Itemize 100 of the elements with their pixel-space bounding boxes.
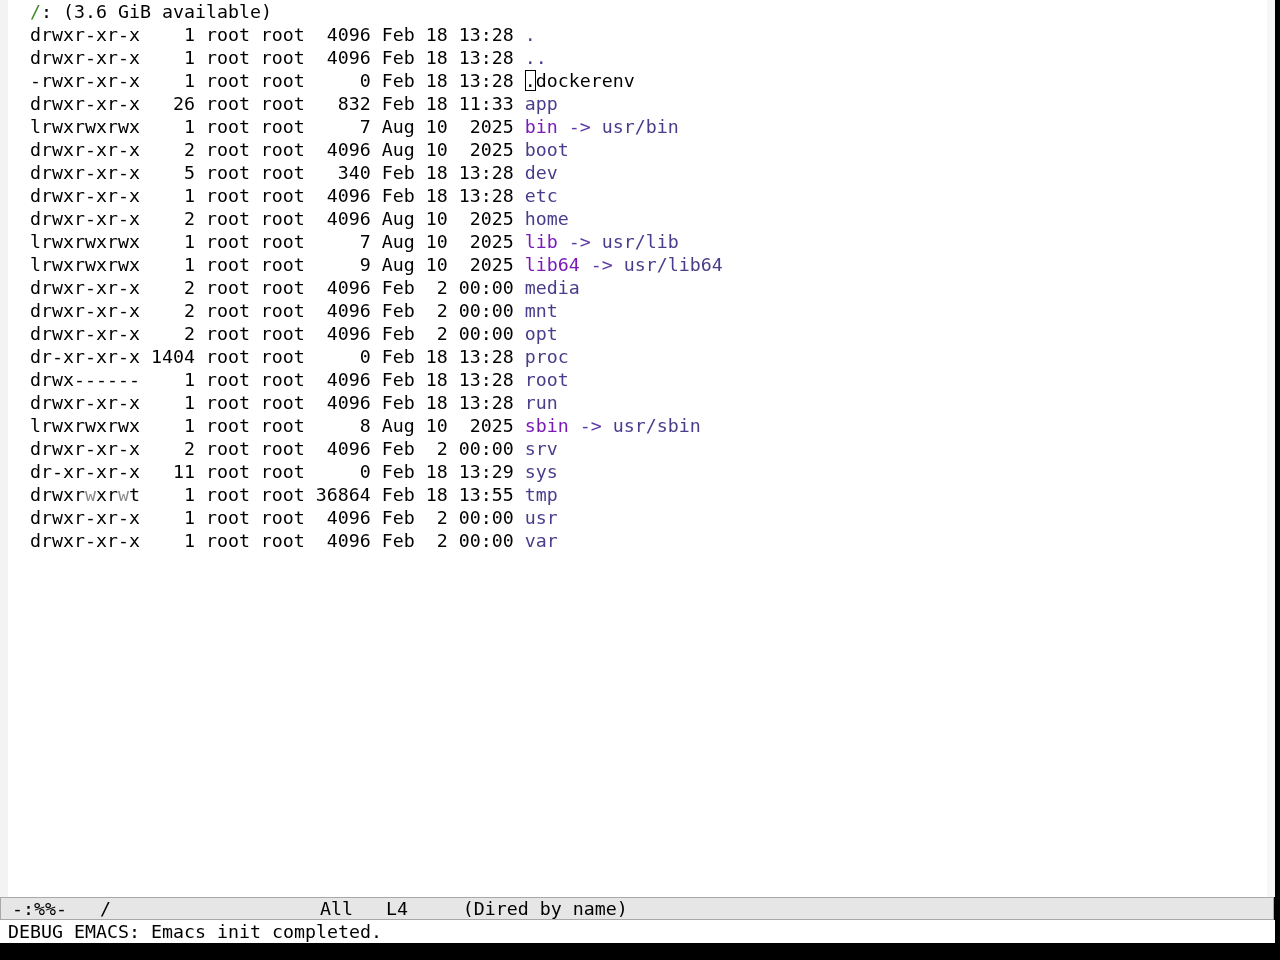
group-text: root (260, 92, 305, 115)
group-text: root (260, 207, 305, 230)
link-count: 11 (172, 460, 195, 483)
file-size: 36864 (315, 483, 371, 506)
file-name[interactable]: lib (524, 230, 558, 253)
file-name[interactable]: lib64 (524, 253, 580, 276)
permissions-text: drwxr-xr-x (30, 184, 140, 207)
permissions-text: drwxrwxrwt (30, 483, 140, 506)
file-name[interactable]: proc (524, 345, 569, 368)
permissions-text: lrwxrwxrwx (30, 115, 140, 138)
modified-date: Aug 10 2025 (381, 115, 514, 138)
owner-text: root (205, 368, 250, 391)
file-name[interactable]: dev (524, 161, 558, 184)
file-name[interactable]: etc (524, 184, 558, 207)
file-name[interactable]: .. (524, 46, 547, 69)
owner-text: root (205, 506, 250, 529)
link-count: 2 (183, 138, 195, 161)
group-text: root (260, 483, 305, 506)
symlink-target: usr/lib (601, 230, 679, 253)
modified-date: Feb 18 13:28 (381, 23, 514, 46)
owner-text: root (205, 92, 250, 115)
link-count: 2 (183, 276, 195, 299)
group-text: root (260, 230, 305, 253)
link-count: 1 (183, 23, 195, 46)
permissions-text: drwxr-xr-x (30, 322, 140, 345)
permissions-text: dr-xr-xr-x (30, 460, 140, 483)
file-name[interactable]: sbin (524, 414, 569, 437)
owner-text: root (205, 276, 250, 299)
group-text: root (260, 345, 305, 368)
owner-text: root (205, 46, 250, 69)
modified-date: Feb 2 00:00 (381, 276, 514, 299)
file-size: 0 (359, 69, 371, 92)
group-text: root (260, 69, 305, 92)
permissions-text: drwxr-xr-x (30, 46, 140, 69)
link-count: 5 (183, 161, 195, 184)
modified-date: Feb 18 13:28 (381, 46, 514, 69)
owner-text: root (205, 184, 250, 207)
file-name[interactable]: home (524, 207, 569, 230)
file-size: 4096 (326, 322, 371, 345)
link-count: 26 (172, 92, 195, 115)
permissions-text: dr-xr-xr-x (30, 345, 140, 368)
file-size: 0 (359, 345, 371, 368)
file-size: 4096 (326, 437, 371, 460)
modified-date: Feb 18 13:28 (381, 345, 514, 368)
file-name[interactable]: opt (524, 322, 558, 345)
owner-text: root (205, 391, 250, 414)
file-name[interactable]: var (524, 529, 558, 552)
modified-date: Feb 18 13:29 (381, 460, 514, 483)
link-count: 1 (183, 184, 195, 207)
file-name[interactable]: sys (524, 460, 558, 483)
modified-date: Feb 18 13:28 (381, 69, 514, 92)
file-name[interactable]: root (524, 368, 569, 391)
group-text: root (260, 184, 305, 207)
group-text: root (260, 322, 305, 345)
file-name[interactable]: media (524, 276, 580, 299)
permissions-text: drwxr-xr-x (30, 529, 140, 552)
group-text: root (260, 391, 305, 414)
file-size: 4096 (326, 23, 371, 46)
link-count: 2 (183, 322, 195, 345)
file-name[interactable]: boot (524, 138, 569, 161)
scroll-position: All (319, 897, 353, 920)
file-size: 4096 (326, 46, 371, 69)
file-name[interactable]: usr (524, 506, 558, 529)
modified-date: Feb 18 13:28 (381, 161, 514, 184)
symlink-target: usr/sbin (612, 414, 701, 437)
link-count: 1 (183, 483, 195, 506)
permissions-text: -rwxr-xr-x (30, 69, 140, 92)
modified-date: Feb 2 00:00 (381, 529, 514, 552)
file-name[interactable]: bin (524, 115, 558, 138)
file-name[interactable]: mnt (524, 299, 558, 322)
file-size: 340 (337, 161, 371, 184)
permissions-text: drwxr-xr-x (30, 207, 140, 230)
link-count: 1 (183, 253, 195, 276)
file-name[interactable]: tmp (524, 483, 558, 506)
permissions-text: drwxr-xr-x (30, 391, 140, 414)
owner-text: root (205, 437, 250, 460)
file-size: 4096 (326, 138, 371, 161)
file-name[interactable]: run (524, 391, 558, 414)
buffer-status: -:%%- (12, 897, 67, 920)
file-name[interactable]: app (524, 92, 558, 115)
file-name[interactable]: srv (524, 437, 558, 460)
file-size: 8 (359, 414, 371, 437)
permissions-text: drwx------ (30, 368, 140, 391)
file-name[interactable]: .dockerenv (524, 69, 635, 92)
group-text: root (260, 161, 305, 184)
link-count: 1 (183, 368, 195, 391)
permissions-text: drwxr-xr-x (30, 276, 140, 299)
file-name[interactable]: . (524, 23, 536, 46)
modified-date: Aug 10 2025 (381, 138, 514, 161)
owner-text: root (205, 138, 250, 161)
modified-date: Aug 10 2025 (381, 253, 514, 276)
permissions-text: drwxr-xr-x (30, 23, 140, 46)
owner-text: root (205, 230, 250, 253)
owner-text: root (205, 207, 250, 230)
group-text: root (260, 437, 305, 460)
symlink-arrow: -> (579, 414, 602, 437)
file-size: 4096 (326, 529, 371, 552)
modified-date: Aug 10 2025 (381, 414, 514, 437)
file-size: 7 (359, 230, 371, 253)
owner-text: root (205, 115, 250, 138)
